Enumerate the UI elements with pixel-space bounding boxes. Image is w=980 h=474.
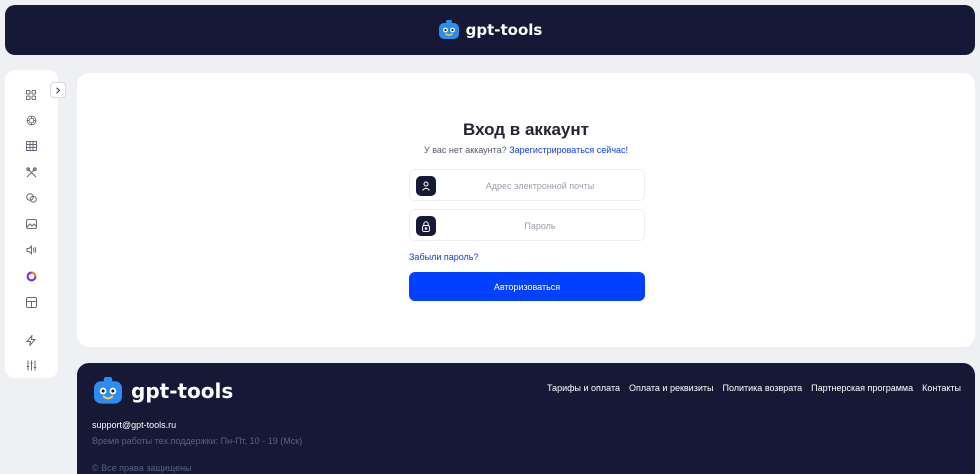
- user-icon: [416, 176, 436, 196]
- sidebar-expand-button[interactable]: [50, 82, 66, 98]
- lightning-icon[interactable]: [22, 331, 40, 349]
- password-input[interactable]: [440, 214, 640, 238]
- footer-brand-name: gpt-tools: [131, 379, 234, 403]
- ring-logo-icon[interactable]: [22, 267, 40, 285]
- footer: gpt-tools Тарифы и оплата Оплата и рекви…: [77, 363, 975, 474]
- register-link[interactable]: Зарегистрироваться сейчас!: [509, 145, 628, 155]
- chevron-right-icon: [56, 86, 61, 94]
- sidebar: [5, 70, 58, 378]
- page-title: Вход в аккаунт: [463, 120, 589, 139]
- password-field[interactable]: [409, 209, 645, 241]
- sliders-icon[interactable]: [22, 356, 40, 374]
- box-icon[interactable]: [22, 293, 40, 311]
- mascot-logo-icon: [94, 377, 122, 404]
- support-hours: Время работы тех.поддержки: Пн-Пт, 10 - …: [92, 436, 303, 446]
- lock-icon: [416, 216, 436, 236]
- no-account-text: У вас нет аккаунта?: [423, 145, 507, 155]
- footer-link-contacts[interactable]: Контакты: [922, 383, 961, 393]
- table-icon[interactable]: [22, 137, 40, 155]
- forgot-password-link[interactable]: Забыли пароль?: [409, 252, 478, 262]
- footer-link-pricing[interactable]: Тарифы и оплата: [547, 383, 620, 393]
- support-email[interactable]: support@gpt-tools.ru: [92, 420, 176, 430]
- chat-icon[interactable]: [22, 189, 40, 207]
- footer-link-partners[interactable]: Партнерская программа: [811, 383, 913, 393]
- footer-nav: Тарифы и оплата Оплата и реквизиты Полит…: [547, 383, 961, 393]
- footer-link-refund[interactable]: Политика возврата: [722, 383, 802, 393]
- tools-icon[interactable]: [22, 163, 40, 181]
- grid-icon[interactable]: [22, 86, 40, 104]
- speaker-icon[interactable]: [22, 241, 40, 259]
- mascot-logo-icon: [438, 20, 459, 39]
- signup-prompt: У вас нет аккаунта? Зарегистрироваться с…: [77, 145, 975, 155]
- login-card: Вход в аккаунт У вас нет аккаунта? Зарег…: [77, 73, 975, 347]
- login-button[interactable]: Авторизоваться: [409, 272, 645, 301]
- openai-icon[interactable]: [22, 111, 40, 129]
- footer-brand[interactable]: gpt-tools: [92, 377, 233, 405]
- email-field[interactable]: [409, 169, 645, 201]
- copyright: © Все права защищены: [92, 463, 192, 473]
- header-brand[interactable]: gpt-tools: [438, 20, 543, 40]
- email-input[interactable]: [440, 174, 640, 198]
- header-brand-name: gpt-tools: [465, 21, 543, 39]
- top-header: gpt-tools: [5, 5, 975, 55]
- image-icon[interactable]: [22, 215, 40, 233]
- footer-link-payment[interactable]: Оплата и реквизиты: [629, 383, 714, 393]
